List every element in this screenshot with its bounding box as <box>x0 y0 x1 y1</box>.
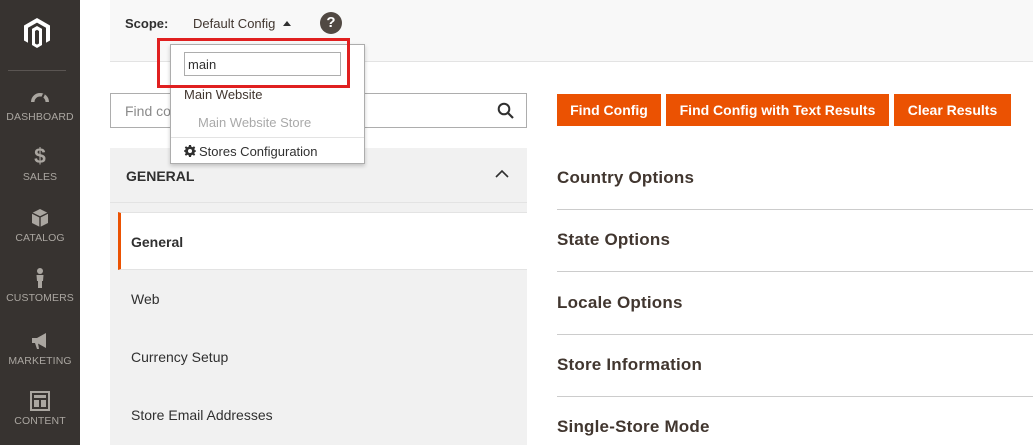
stores-configuration-link[interactable]: Stores Configuration <box>184 144 318 159</box>
magento-logo[interactable] <box>23 17 51 49</box>
scope-option-website[interactable]: Main Website <box>184 87 263 102</box>
tab-general[interactable]: General <box>118 212 527 270</box>
clear-results-button[interactable]: Clear Results <box>894 94 1011 126</box>
nav-label: CUSTOMERS <box>6 292 74 304</box>
config-tabs: GENERAL General Web Currency Setup Store… <box>110 148 527 445</box>
gear-icon <box>184 145 196 157</box>
box-icon <box>31 209 49 227</box>
tab-web[interactable]: Web <box>118 270 527 328</box>
scope-search-input[interactable] <box>184 52 341 76</box>
nav-label: CONTENT <box>14 415 66 427</box>
nav-label: SALES <box>22 171 58 183</box>
find-config-text-button[interactable]: Find Config with Text Results <box>666 94 889 126</box>
nav-label: MARKETING <box>8 355 72 367</box>
tab-store-email-addresses[interactable]: Store Email Addresses <box>118 386 527 444</box>
tab-group-title: GENERAL <box>126 168 195 184</box>
stores-configuration-label: Stores Configuration <box>199 144 318 159</box>
nav-label: CATALOG <box>15 232 65 244</box>
nav-item-content[interactable]: CONTENT <box>0 390 80 427</box>
scope-dropdown: Main Website Main Website Store Stores C… <box>170 44 365 164</box>
nav-item-customers[interactable]: CUSTOMERS <box>0 267 80 304</box>
section-title: Locale Options <box>557 293 683 312</box>
tab-currency-setup[interactable]: Currency Setup <box>118 328 527 386</box>
search-icon[interactable] <box>497 102 514 119</box>
section-state-options[interactable]: State Options <box>557 210 1033 272</box>
section-store-information[interactable]: Store Information <box>557 335 1033 397</box>
nav-item-sales[interactable]: $ SALES <box>0 145 80 184</box>
chevron-up-icon <box>495 169 509 178</box>
help-icon[interactable]: ? <box>320 12 342 34</box>
section-country-options[interactable]: Country Options <box>557 148 1033 210</box>
nav-item-marketing[interactable]: MARKETING <box>0 330 80 367</box>
section-title: Single-Store Mode <box>557 417 710 436</box>
find-config-button[interactable]: Find Config <box>557 94 661 126</box>
caret-up-icon <box>283 21 292 26</box>
dropdown-divider <box>171 137 364 138</box>
section-single-store-mode[interactable]: Single-Store Mode <box>557 397 1033 445</box>
dollar-icon: $ <box>34 145 46 168</box>
nav-divider <box>8 70 66 71</box>
nav-item-dashboard[interactable]: DASHBOARD <box>0 86 80 123</box>
section-title: Country Options <box>557 168 695 187</box>
scope-current: Default Config <box>193 16 276 31</box>
nav-label: DASHBOARD <box>6 111 74 123</box>
nav-item-catalog[interactable]: CATALOG <box>0 207 80 244</box>
admin-sidebar: DASHBOARD $ SALES CATALOG CUSTOMERS MARK… <box>0 0 80 445</box>
person-icon <box>36 268 44 288</box>
section-locale-options[interactable]: Locale Options <box>557 273 1033 335</box>
section-title: State Options <box>557 230 671 249</box>
scope-switcher[interactable]: Default Config <box>193 16 292 31</box>
scope-option-store[interactable]: Main Website Store <box>198 115 311 130</box>
scope-label: Scope: <box>125 16 169 31</box>
layout-icon <box>30 391 50 411</box>
section-title: Store Information <box>557 355 703 374</box>
megaphone-icon <box>32 333 46 349</box>
dashboard-icon <box>31 93 49 103</box>
